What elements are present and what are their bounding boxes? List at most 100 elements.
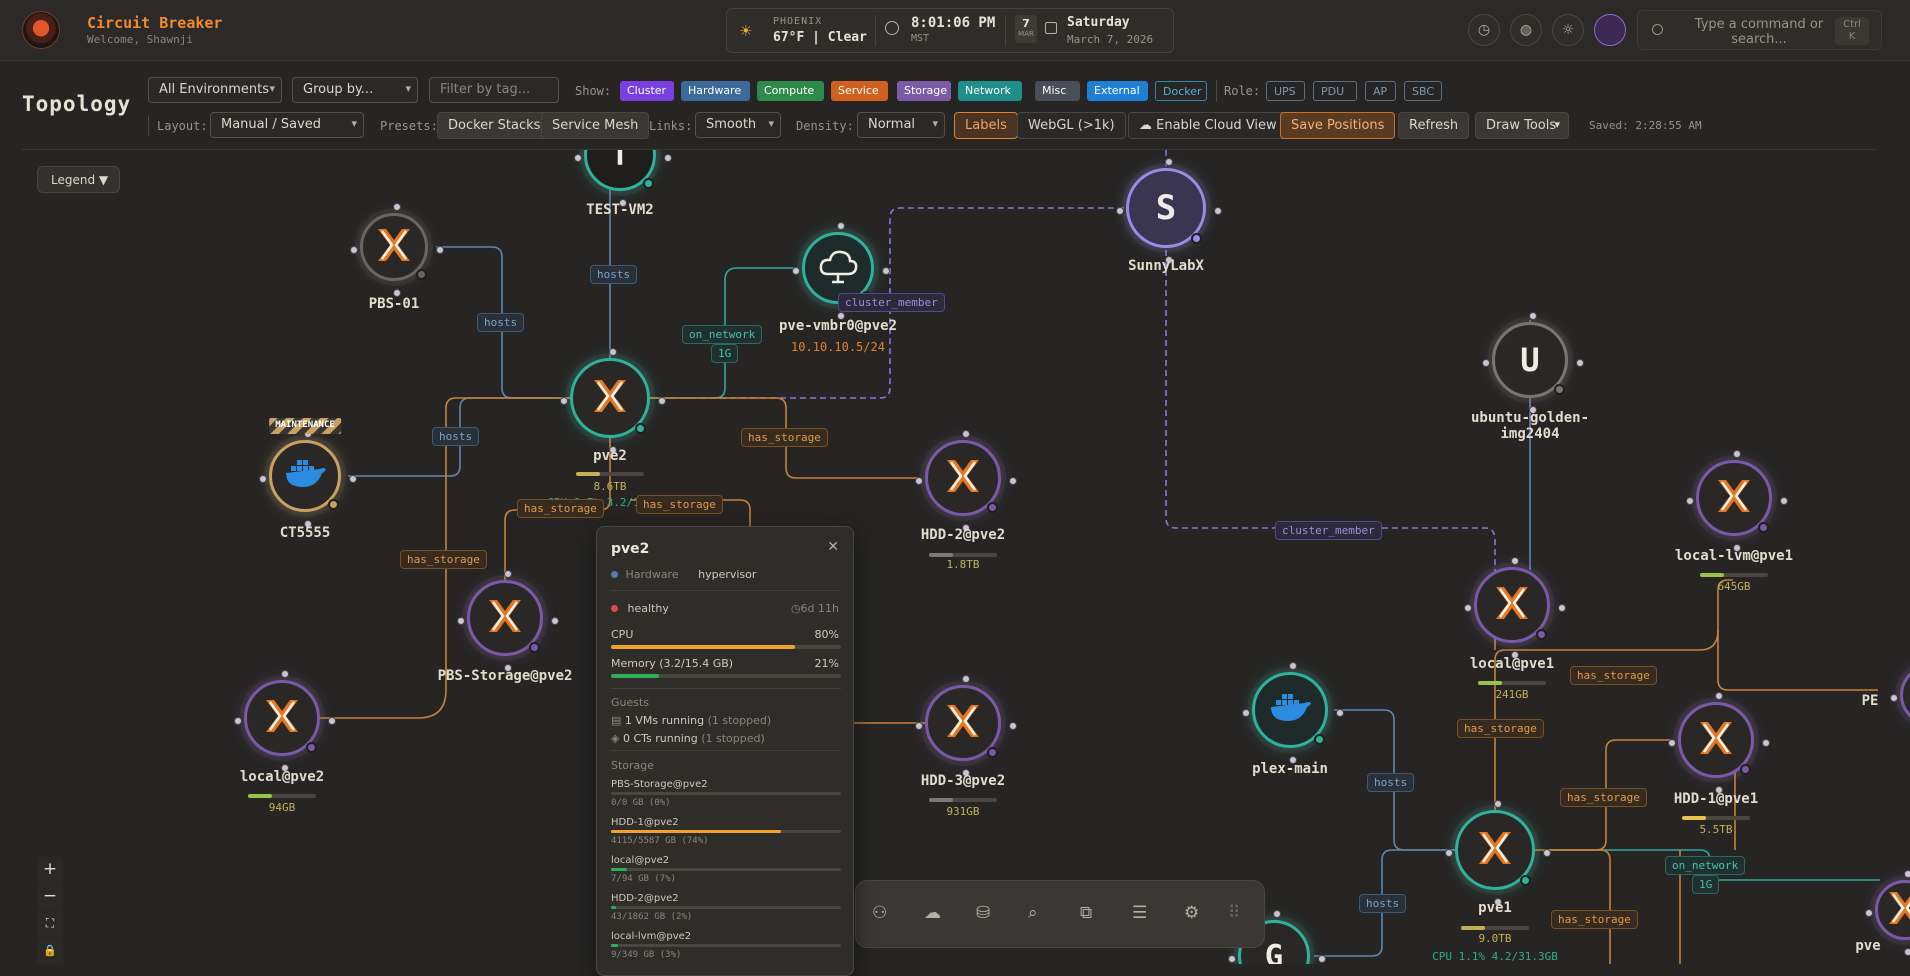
layout-select[interactable]: Manual / Saved ▾ [210,112,364,138]
environment-select[interactable]: All Environments ▾ [148,77,282,103]
theme-toggle-icon[interactable]: ☼ [1552,14,1584,46]
connection-handle[interactable] [1865,909,1873,917]
connection-handle[interactable] [882,267,890,275]
connection-handle[interactable] [1733,450,1741,458]
zoom-in-button[interactable]: + [37,857,63,883]
node-pve1[interactable] [1445,800,1551,906]
node-local-lvm-pve1[interactable] [1686,450,1788,552]
node-sunnylabx[interactable]: S [1116,158,1222,264]
history-icon[interactable]: ◷ [1468,14,1500,46]
connection-handle[interactable] [504,570,512,578]
connection-handle[interactable] [609,348,617,356]
palette-icon[interactable]: ◍ [1510,14,1542,46]
show-chip-network[interactable]: Network [958,81,1022,101]
connection-handle[interactable] [436,246,444,254]
connection-handle[interactable] [962,675,970,683]
role-chip-ups[interactable]: UPS [1266,81,1305,101]
show-chip-docker[interactable]: Docker [1155,81,1207,101]
node-ct5555[interactable] [259,430,357,528]
connection-handle[interactable] [1529,312,1537,320]
connection-handle[interactable] [1715,692,1723,700]
storage-icon[interactable]: ⛁ [976,903,990,923]
node-hdd2[interactable] [915,430,1017,532]
node-local-pve2[interactable] [234,670,336,772]
node-pbs-storage[interactable] [457,570,559,672]
preset-service-mesh-button[interactable]: Service Mesh [541,112,650,139]
legend-toggle-button[interactable]: Legend ▼ [37,166,120,193]
topology-canvas[interactable]: T TEST-VM2 PBS-01 pve-vmbr0@pve2 10.10.10.5/… [0,150,1910,964]
links-select[interactable]: Smooth ▾ [695,112,781,138]
group-by-select[interactable]: Group by... ▾ [292,77,418,103]
fit-view-icon[interactable]: ⛶ [37,911,63,937]
connection-handle[interactable] [1543,849,1551,857]
connection-handle[interactable] [1576,359,1584,367]
connection-handle[interactable] [1214,207,1222,215]
connection-handle[interactable] [962,430,970,438]
connection-handle[interactable] [1482,359,1490,367]
zoom-out-button[interactable]: − [37,884,63,910]
command-palette[interactable]: Type a command or search... Ctrl K [1637,10,1882,50]
density-select[interactable]: Normal ▾ [857,112,945,138]
labels-toggle-button[interactable]: Labels [954,112,1018,139]
settings-gear-icon[interactable]: ⚙ [1184,903,1199,923]
connection-handle[interactable] [328,717,336,725]
show-chip-cluster[interactable]: Cluster [620,81,674,101]
connection-handle[interactable] [560,397,568,405]
node-pve2[interactable] [560,348,666,454]
enable-cloud-view-button[interactable]: ☁ Enable Cloud View [1128,112,1288,139]
connection-handle[interactable] [792,267,800,275]
connection-handle[interactable] [1464,604,1472,612]
connection-handle[interactable] [1780,497,1788,505]
connection-handle[interactable] [350,246,358,254]
docs-icon[interactable]: ⧉ [1080,903,1092,923]
connection-handle[interactable] [1904,870,1910,878]
connection-handle[interactable] [349,475,357,483]
webgl-toggle-button[interactable]: WebGL (>1k) [1017,112,1126,139]
save-positions-button[interactable]: Save Positions [1280,112,1396,139]
connection-handle[interactable] [259,475,267,483]
connection-handle[interactable] [1318,955,1326,963]
scan-icon[interactable]: ⌕ [1028,903,1038,923]
connection-handle[interactable] [574,154,582,162]
show-chip-storage[interactable]: Storage [897,81,951,101]
connection-handle[interactable] [1242,709,1250,717]
node-ubuntu[interactable]: U [1482,312,1584,414]
node-local-pve1[interactable] [1464,557,1566,659]
connection-handle[interactable] [664,154,672,162]
show-chip-service[interactable]: Service [831,81,888,101]
show-chip-hardware[interactable]: Hardware [681,81,750,101]
connection-handle[interactable] [1116,207,1124,215]
connection-handle[interactable] [1494,800,1502,808]
connection-handle[interactable] [1668,739,1676,747]
node-plex[interactable] [1242,662,1344,764]
connection-handle[interactable] [837,222,845,230]
tag-filter-input[interactable]: Filter by tag... [429,77,559,103]
cloud-icon[interactable]: ☁ [924,903,941,923]
role-chip-sbc[interactable]: SBC [1404,81,1442,101]
connection-handle[interactable] [393,203,401,211]
close-icon[interactable]: ✕ [827,539,839,555]
connection-handle[interactable] [1511,557,1519,565]
connection-handle[interactable] [1686,497,1694,505]
connection-handle[interactable] [1009,477,1017,485]
connection-handle[interactable] [281,670,289,678]
connection-handle[interactable] [915,477,923,485]
connection-handle[interactable] [1336,709,1344,717]
connection-handle[interactable] [1445,849,1453,857]
connection-handle[interactable] [1289,662,1297,670]
show-chip-compute[interactable]: Compute [757,81,824,101]
lock-icon[interactable]: 🔒 [37,938,63,964]
node-pbs-01[interactable] [350,203,444,297]
preset-docker-stacks-button[interactable]: Docker Stacks [437,112,552,139]
connection-handle[interactable] [1558,604,1566,612]
connection-handle[interactable] [1890,694,1898,702]
connection-handle[interactable] [1009,722,1017,730]
connection-handle[interactable] [457,617,465,625]
role-chip-ap[interactable]: AP [1365,81,1396,101]
node-hdd1[interactable] [1668,692,1770,794]
connection-handle[interactable] [915,722,923,730]
refresh-button[interactable]: Refresh [1398,112,1470,139]
user-avatar[interactable] [1594,14,1626,46]
connection-handle[interactable] [1228,955,1236,963]
connection-handle[interactable] [1762,739,1770,747]
